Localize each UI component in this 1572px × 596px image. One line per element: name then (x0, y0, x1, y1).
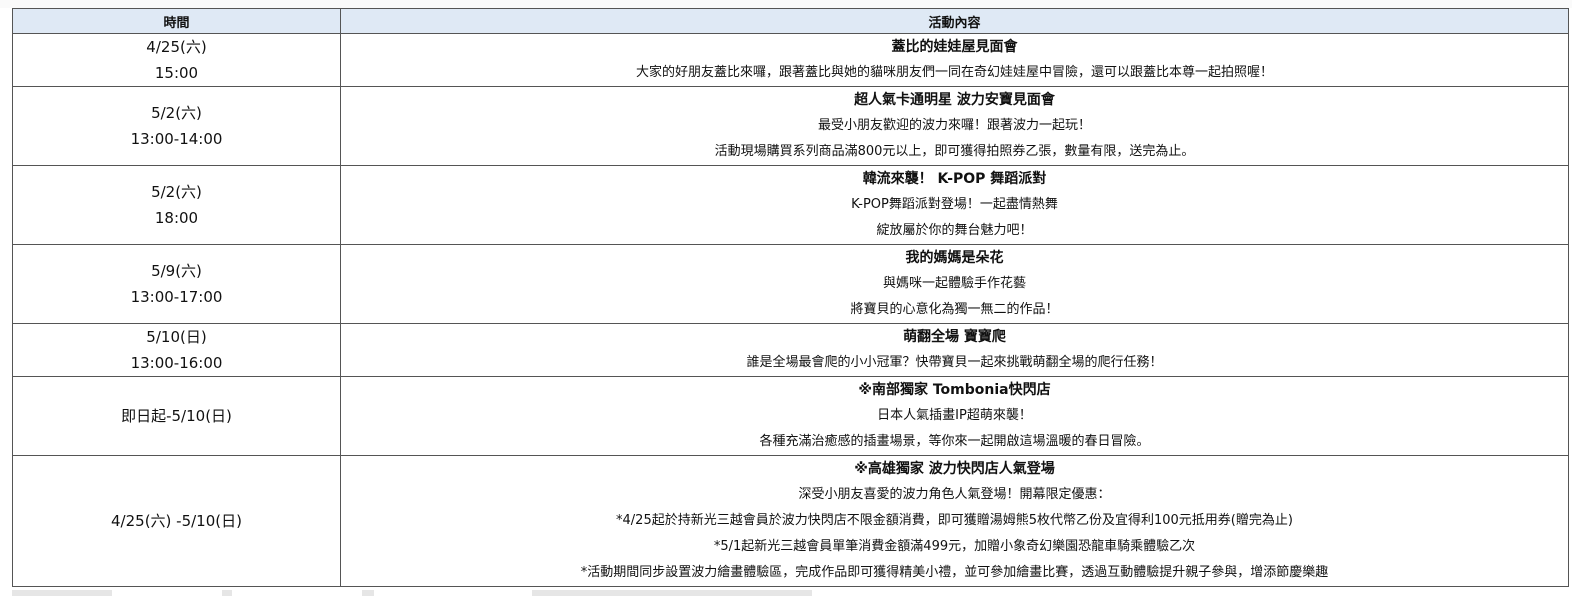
activity-title: 蓋比的娃娃屋見面會 (891, 39, 1018, 55)
table-row: 即日起-5/10(日) ※南部獨家 Tombonia快閃店 日本人氣插畫IP超萌來襲… (12, 376, 1569, 456)
activity-description: *活動期間同步設置波力繪畫體驗區，完成作品即可獲得精美小禮，並可參加繪畫比賽，透… (580, 565, 1329, 580)
time-text: 13:00-16:00 (130, 354, 223, 372)
time-text: 5/2(六) (151, 183, 202, 201)
header-time: 時間 (12, 8, 341, 34)
activity-description: 深受小朋友喜愛的波力角色人氣登場！開幕限定優惠： (798, 487, 1111, 502)
activity-cell: 韓流來襲！ K-POP 舞蹈派對 K-POP舞蹈派對登場！一起盡情熱舞 綻放屬於你的… (340, 165, 1569, 245)
activity-description: 活動現場購買系列商品滿800元以上，即可獲得拍照券乙張，數量有限，送完為止。 (714, 144, 1195, 159)
activity-description: 綻放屬於你的舞台魅力吧！ (876, 223, 1033, 238)
activity-description: *4/25起於持新光三越會員於波力快閃店不限金額消費，即可獲贈湯姆熊5枚代幣乙份… (616, 513, 1293, 528)
activity-title: 韓流來襲！ K-POP 舞蹈派對 (862, 171, 1047, 187)
time-cell: 5/2(六) 18:00 (12, 165, 341, 245)
time-cell: 即日起-5/10(日) (12, 376, 341, 456)
time-text: 即日起-5/10(日) (121, 407, 232, 425)
table-row: 5/9(六) 13:00-17:00 我的媽媽是朵花與媽咪一起體驗手作花藝將寶貝的心… (12, 244, 1569, 324)
top-page-strip (0, 0, 1572, 8)
activity-cell: ※高雄獨家 波力快閃店人氣登場深受小朋友喜愛的波力角色人氣登場！開幕限定優惠： *… (340, 455, 1569, 587)
activity-cell: ※南部獨家 Tombonia快閃店 日本人氣插畫IP超萌來襲！ 各種充滿治癒感的插畫… (340, 376, 1569, 456)
activity-title: 我的媽媽是朵花 (905, 250, 1004, 266)
time-text: 18:00 (154, 209, 199, 227)
time-text: 15:00 (154, 64, 199, 82)
time-cell: 4/25(六) 15:00 (12, 33, 341, 87)
activity-cell: 超人氣卡通明星 波力安寶見面會最受小朋友歡迎的波力來囉！跟著波力一起玩！ 活動現場… (340, 86, 1569, 166)
activity-title: 超人氣卡通明星 波力安寶見面會 (854, 92, 1055, 108)
time-cell: 4/25(六) -5/10(日) (12, 455, 341, 587)
activity-title: 萌翻全場 寶寶爬 (903, 329, 1006, 345)
activity-cell: 蓋比的娃娃屋見面會大家的好朋友蓋比來囉，跟著蓋比與她的貓咪朋友們一同在奇幻娃娃屋… (340, 33, 1569, 87)
time-text: 4/25(六) -5/10(日) (111, 512, 242, 530)
time-cell: 5/2(六) 13:00-14:00 (12, 86, 341, 166)
table-row: 5/10(日) 13:00-16:00 萌翻全場 寶寶爬誰是全場最會爬的小小冠軍？快… (12, 323, 1569, 377)
table-header-row: 時間 活動內容 (12, 8, 1569, 34)
activity-description: *5/1起新光三越會員單筆消費金額滿499元，加贈小象奇幻樂園恐龍車騎乘體驗乙次 (713, 539, 1196, 554)
header-activity: 活動內容 (340, 8, 1569, 34)
activity-description: K-POP舞蹈派對登場！一起盡情熱舞 (851, 197, 1058, 212)
table-row: 4/25(六) 15:00 蓋比的娃娃屋見面會大家的好朋友蓋比來囉，跟著蓋比與她的貓… (12, 33, 1569, 87)
time-cell: 5/10(日) 13:00-16:00 (12, 323, 341, 377)
activity-description: 最受小朋友歡迎的波力來囉！跟著波力一起玩！ (817, 118, 1091, 133)
activity-description: 誰是全場最會爬的小小冠軍？快帶寶貝一起來挑戰萌翻全場的爬行任務！ (746, 355, 1163, 370)
activity-title: ※南部獨家 Tombonia快閃店 (858, 382, 1051, 398)
activity-description: 與媽咪一起體驗手作花藝 (882, 276, 1026, 291)
event-schedule-table: 時間 活動內容 4/25(六) 15:00 蓋比的娃娃屋見面會大家的好朋友蓋比來囉，… (12, 8, 1569, 587)
time-text: 5/10(日) (146, 328, 207, 346)
activity-description: 將寶貝的心意化為獨一無二的作品！ (850, 302, 1059, 317)
activity-description: 各種充滿治癒感的插畫場景，等你來一起開啟這場溫暖的春日冒險。 (759, 434, 1150, 449)
time-cell: 5/9(六) 13:00-17:00 (12, 244, 341, 324)
bottom-page-strip (12, 590, 812, 596)
table-row: 4/25(六) -5/10(日) ※高雄獨家 波力快閃店人氣登場深受小朋友喜愛的波… (12, 455, 1569, 587)
time-text: 13:00-17:00 (130, 288, 223, 306)
activity-title: ※高雄獨家 波力快閃店人氣登場 (854, 461, 1055, 477)
time-text: 5/9(六) (151, 262, 202, 280)
activity-description: 大家的好朋友蓋比來囉，跟著蓋比與她的貓咪朋友們一同在奇幻娃娃屋中冒險，還可以跟蓋… (635, 65, 1273, 80)
activity-cell: 我的媽媽是朵花與媽咪一起體驗手作花藝將寶貝的心意化為獨一無二的作品！ (340, 244, 1569, 324)
activity-description: 日本人氣插畫IP超萌來襲！ (877, 408, 1032, 423)
time-text: 5/2(六) (151, 104, 202, 122)
table-row: 5/2(六) 18:00 韓流來襲！ K-POP 舞蹈派對 K-POP舞蹈派對登場！一… (12, 165, 1569, 245)
time-text: 13:00-14:00 (130, 130, 223, 148)
table-row: 5/2(六) 13:00-14:00 超人氣卡通明星 波力安寶見面會最受小朋友歡迎的… (12, 86, 1569, 166)
time-text: 4/25(六) (146, 38, 207, 56)
activity-cell: 萌翻全場 寶寶爬誰是全場最會爬的小小冠軍？快帶寶貝一起來挑戰萌翻全場的爬行任務！ (340, 323, 1569, 377)
